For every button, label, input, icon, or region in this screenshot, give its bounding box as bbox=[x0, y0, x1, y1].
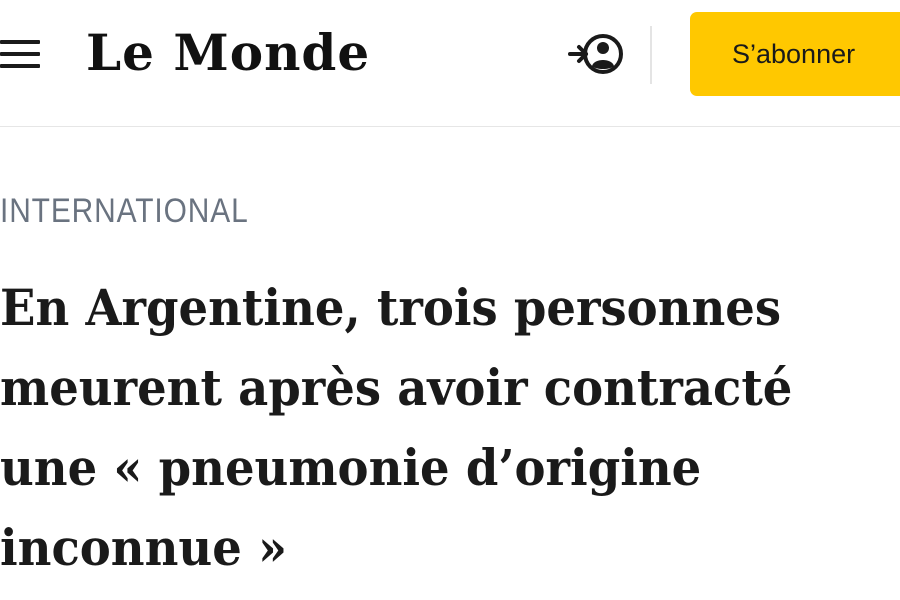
headline-line: une « pneumonie d’origine bbox=[0, 438, 702, 497]
article-headline[interactable]: En Argentine, trois personnes meurent ap… bbox=[0, 268, 900, 588]
section-label[interactable]: INTERNATIONAL bbox=[0, 190, 249, 232]
hamburger-menu-icon[interactable] bbox=[0, 36, 44, 72]
header-divider bbox=[650, 26, 652, 84]
headline-line: inconnue » bbox=[0, 518, 288, 577]
site-logo[interactable]: Le Monde bbox=[86, 22, 370, 84]
headline-line: En Argentine, trois personnes bbox=[0, 278, 782, 337]
menu-bar bbox=[0, 40, 40, 44]
site-header: Le Monde S’abonner bbox=[0, 0, 900, 127]
login-user-svg bbox=[568, 34, 623, 74]
menu-bar bbox=[0, 64, 40, 68]
page: Le Monde S’abonner INTERNATIONAL En Arge… bbox=[0, 0, 900, 600]
login-user-icon[interactable] bbox=[568, 30, 626, 78]
headline-line: meurent après avoir contracté bbox=[0, 358, 793, 417]
subscribe-button[interactable]: S’abonner bbox=[690, 12, 900, 96]
menu-bar bbox=[0, 52, 40, 56]
